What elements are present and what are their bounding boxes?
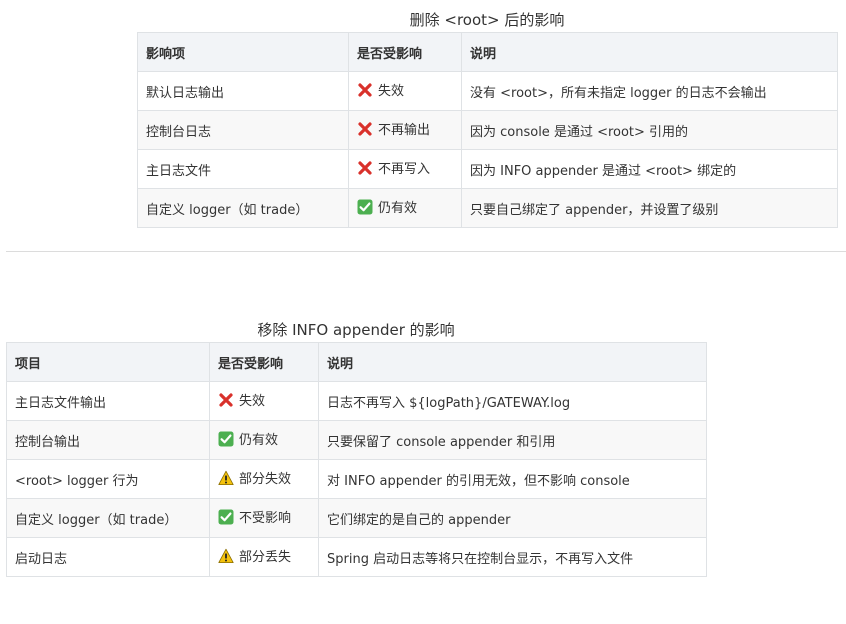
row-description: Spring 启动日志等将只在控制台显示，不再写入文件 bbox=[318, 537, 707, 577]
row-status: 部分丢失 bbox=[239, 550, 292, 566]
row-item: 主日志文件 bbox=[137, 149, 349, 189]
row-status-cell: 部分丢失 bbox=[209, 537, 319, 577]
cross-mark-icon bbox=[218, 392, 234, 408]
table-row: 主日志文件输出 失效 日志不再写入 ${logPath}/GATEWAY.log bbox=[6, 381, 707, 421]
row-status-cell: 不受影响 bbox=[209, 498, 319, 538]
row-item: 自定义 logger（如 trade） bbox=[6, 498, 210, 538]
section-divider bbox=[6, 251, 846, 252]
row-status: 仍有效 bbox=[239, 433, 279, 449]
page: 删除 <root> 后的影响 影响项 是否受影响 说明 默认日志输出 失效 没有… bbox=[0, 0, 846, 624]
row-status-cell: 仍有效 bbox=[348, 188, 462, 228]
row-description: 对 INFO appender 的引用无效，但不影响 console bbox=[318, 459, 707, 499]
table2-caption: 移除 INFO appender 的影响 bbox=[257, 321, 455, 339]
row-description: 只要自己绑定了 appender，并设置了级别 bbox=[461, 188, 838, 228]
table-row: 默认日志输出 失效 没有 <root>，所有未指定 logger 的日志不会输出 bbox=[137, 71, 838, 111]
row-item: 启动日志 bbox=[6, 537, 210, 577]
warning-icon bbox=[218, 548, 234, 564]
table2-header-row: 项目 是否受影响 说明 bbox=[6, 342, 707, 382]
table1-header-description: 说明 bbox=[461, 32, 838, 72]
row-status: 不受影响 bbox=[239, 511, 292, 527]
row-description: 只要保留了 console appender 和引用 bbox=[318, 420, 707, 460]
row-item: 控制台日志 bbox=[137, 110, 349, 150]
row-status: 部分失效 bbox=[239, 472, 292, 488]
row-status-cell: 失效 bbox=[209, 381, 319, 421]
row-status-cell: 不再写入 bbox=[348, 149, 462, 189]
row-status: 不再输出 bbox=[378, 123, 431, 139]
row-status-cell: 部分失效 bbox=[209, 459, 319, 499]
row-description: 没有 <root>，所有未指定 logger 的日志不会输出 bbox=[461, 71, 838, 111]
row-status: 失效 bbox=[378, 84, 405, 100]
row-item: 控制台输出 bbox=[6, 420, 210, 460]
row-status: 仍有效 bbox=[378, 201, 418, 217]
table2-header-description: 说明 bbox=[318, 342, 707, 382]
row-status-cell: 失效 bbox=[348, 71, 462, 111]
table-row: 控制台日志 不再输出 因为 console 是通过 <root> 引用的 bbox=[137, 110, 838, 150]
row-description: 因为 INFO appender 是通过 <root> 绑定的 bbox=[461, 149, 838, 189]
cross-mark-icon bbox=[357, 121, 373, 137]
table2: 项目 是否受影响 说明 主日志文件输出 失效 日志不再写入 ${logPath}… bbox=[6, 342, 707, 577]
row-description: 它们绑定的是自己的 appender bbox=[318, 498, 707, 538]
table-row: 自定义 logger（如 trade） 仍有效 只要自己绑定了 appender… bbox=[137, 188, 838, 228]
row-item: 主日志文件输出 bbox=[6, 381, 210, 421]
table2-header-item: 项目 bbox=[6, 342, 210, 382]
row-item: 默认日志输出 bbox=[137, 71, 349, 111]
table1: 影响项 是否受影响 说明 默认日志输出 失效 没有 <root>，所有未指定 l… bbox=[137, 32, 838, 228]
table-row: 启动日志 部分丢失 Spring 启动日志等将只在控制台显示，不再写入文件 bbox=[6, 537, 707, 577]
row-description: 日志不再写入 ${logPath}/GATEWAY.log bbox=[318, 381, 707, 421]
table-row: 自定义 logger（如 trade） 不受影响 它们绑定的是自己的 appen… bbox=[6, 498, 707, 538]
row-description: 因为 console 是通过 <root> 引用的 bbox=[461, 110, 838, 150]
row-status-cell: 不再输出 bbox=[348, 110, 462, 150]
check-mark-icon bbox=[218, 431, 234, 447]
row-item: 自定义 logger（如 trade） bbox=[137, 188, 349, 228]
table-row: 控制台输出 仍有效 只要保留了 console appender 和引用 bbox=[6, 420, 707, 460]
table-row: <root> logger 行为 部分失效 对 INFO appender 的引… bbox=[6, 459, 707, 499]
row-item: <root> logger 行为 bbox=[6, 459, 210, 499]
row-status: 不再写入 bbox=[378, 162, 431, 178]
table1-header-affected: 是否受影响 bbox=[348, 32, 462, 72]
row-status-cell: 仍有效 bbox=[209, 420, 319, 460]
table-row: 主日志文件 不再写入 因为 INFO appender 是通过 <root> 绑… bbox=[137, 149, 838, 189]
cross-mark-icon bbox=[357, 82, 373, 98]
check-mark-icon bbox=[218, 509, 234, 525]
row-status: 失效 bbox=[239, 394, 266, 410]
table2-header-affected: 是否受影响 bbox=[209, 342, 319, 382]
table1-header-row: 影响项 是否受影响 说明 bbox=[137, 32, 838, 72]
check-mark-icon bbox=[357, 199, 373, 215]
cross-mark-icon bbox=[357, 160, 373, 176]
table1-header-item: 影响项 bbox=[137, 32, 349, 72]
table1-caption: 删除 <root> 后的影响 bbox=[409, 11, 565, 29]
warning-icon bbox=[218, 470, 234, 486]
